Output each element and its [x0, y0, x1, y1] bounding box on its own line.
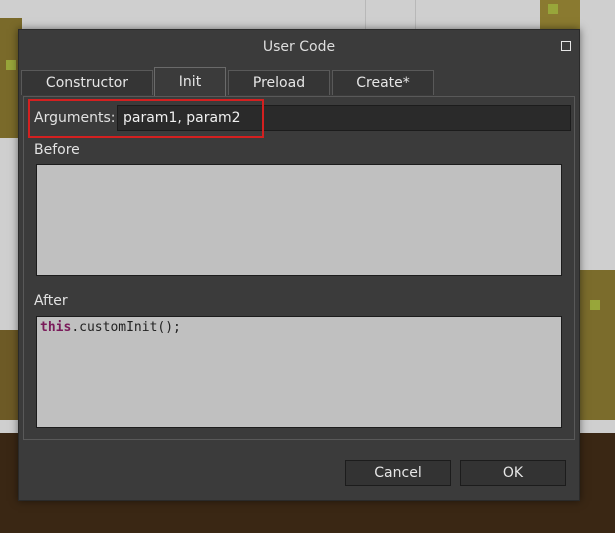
- tab-label: Create*: [356, 75, 410, 91]
- tab-preload[interactable]: Preload: [228, 70, 330, 95]
- tab-label: Init: [178, 74, 202, 90]
- tab-constructor[interactable]: Constructor: [21, 70, 153, 95]
- scene-foliage: [540, 0, 580, 30]
- tab-init[interactable]: Init: [154, 67, 226, 96]
- scene-leaf: [6, 60, 16, 70]
- after-label: After: [34, 293, 68, 309]
- scene-foliage: [578, 270, 615, 420]
- code-keyword: this: [40, 320, 72, 335]
- tab-label: Constructor: [45, 75, 129, 91]
- tab-bar: Constructor Init Preload Create*: [19, 67, 579, 96]
- init-tab-panel: Arguments: Before After this.customInit(…: [23, 96, 575, 440]
- scene-leaf: [548, 4, 558, 14]
- ok-button[interactable]: OK: [460, 460, 566, 486]
- tab-label: Preload: [252, 75, 306, 91]
- maximize-icon[interactable]: [561, 41, 571, 51]
- tab-create[interactable]: Create*: [332, 70, 434, 95]
- code-text: .customInit();: [71, 320, 181, 335]
- after-code-editor[interactable]: this.customInit();: [36, 316, 562, 428]
- scene-leaf: [590, 300, 600, 310]
- arguments-label: Arguments:: [34, 110, 116, 126]
- dialog-title: User Code: [262, 39, 336, 55]
- before-label: Before: [34, 142, 80, 158]
- dialog-titlebar[interactable]: User Code: [19, 30, 579, 64]
- before-code-editor[interactable]: [36, 164, 562, 276]
- cancel-button[interactable]: Cancel: [345, 460, 451, 486]
- arguments-input[interactable]: [117, 105, 571, 131]
- user-code-dialog: User Code Constructor Init Preload Creat…: [18, 29, 580, 501]
